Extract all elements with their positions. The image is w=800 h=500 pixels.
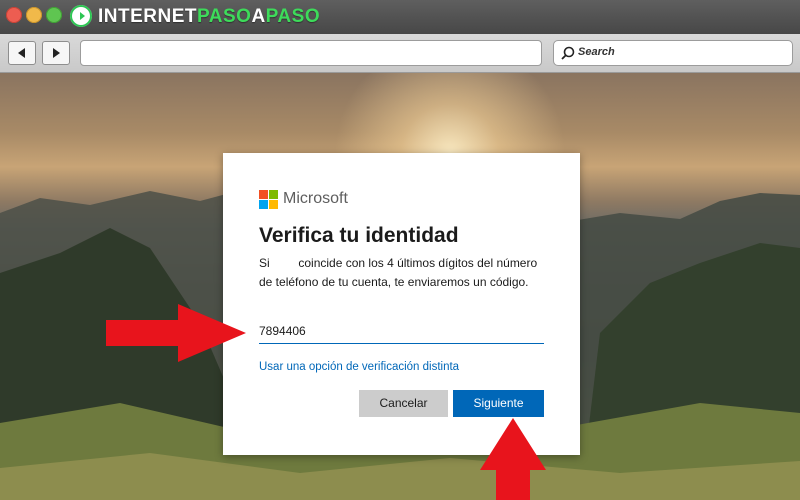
red-arrow-right-icon (106, 304, 246, 362)
search-field[interactable]: Search (553, 40, 793, 66)
brand-part-internet: INTERNET (98, 6, 197, 27)
dialog-description: Si coincide con los 4 últimos dígitos de… (259, 254, 549, 292)
verification-dialog: Microsoft Verifica tu identidad Si coinc… (223, 153, 580, 455)
browser-toolbar: Search (0, 34, 800, 73)
minimize-window-button[interactable] (26, 7, 42, 23)
description-suffix: coincide con los 4 últimos dígitos del n… (259, 256, 538, 289)
brand-part-paso: PASO (197, 6, 252, 27)
brand-part-a: A (251, 6, 266, 27)
brand-part-paso-2: PASO (265, 6, 321, 27)
next-button[interactable]: Siguiente (453, 390, 544, 417)
window-titlebar: INTERNETPASOAPASO (0, 0, 800, 34)
search-icon (561, 46, 575, 60)
forward-arrow-icon (53, 48, 60, 58)
microsoft-wordmark: Microsoft (283, 190, 348, 207)
back-arrow-icon (18, 48, 25, 58)
close-window-button[interactable] (6, 7, 22, 23)
red-arrow-up-icon (480, 418, 546, 500)
description-prefix: Si (259, 256, 270, 270)
back-button[interactable] (8, 41, 36, 65)
dialog-title: Verifica tu identidad (259, 224, 459, 247)
site-brand: INTERNETPASOAPASO (98, 5, 320, 29)
alternate-verification-link[interactable]: Usar una opción de verificación distinta (259, 359, 459, 375)
maximize-window-button[interactable] (46, 7, 62, 23)
search-placeholder: Search (578, 46, 615, 58)
cancel-button[interactable]: Cancelar (359, 390, 448, 417)
forward-button[interactable] (42, 41, 70, 65)
phone-digits-input[interactable] (259, 319, 544, 344)
address-bar[interactable] (80, 40, 542, 66)
microsoft-logo-icon (259, 190, 278, 209)
site-logo-icon (70, 5, 92, 27)
